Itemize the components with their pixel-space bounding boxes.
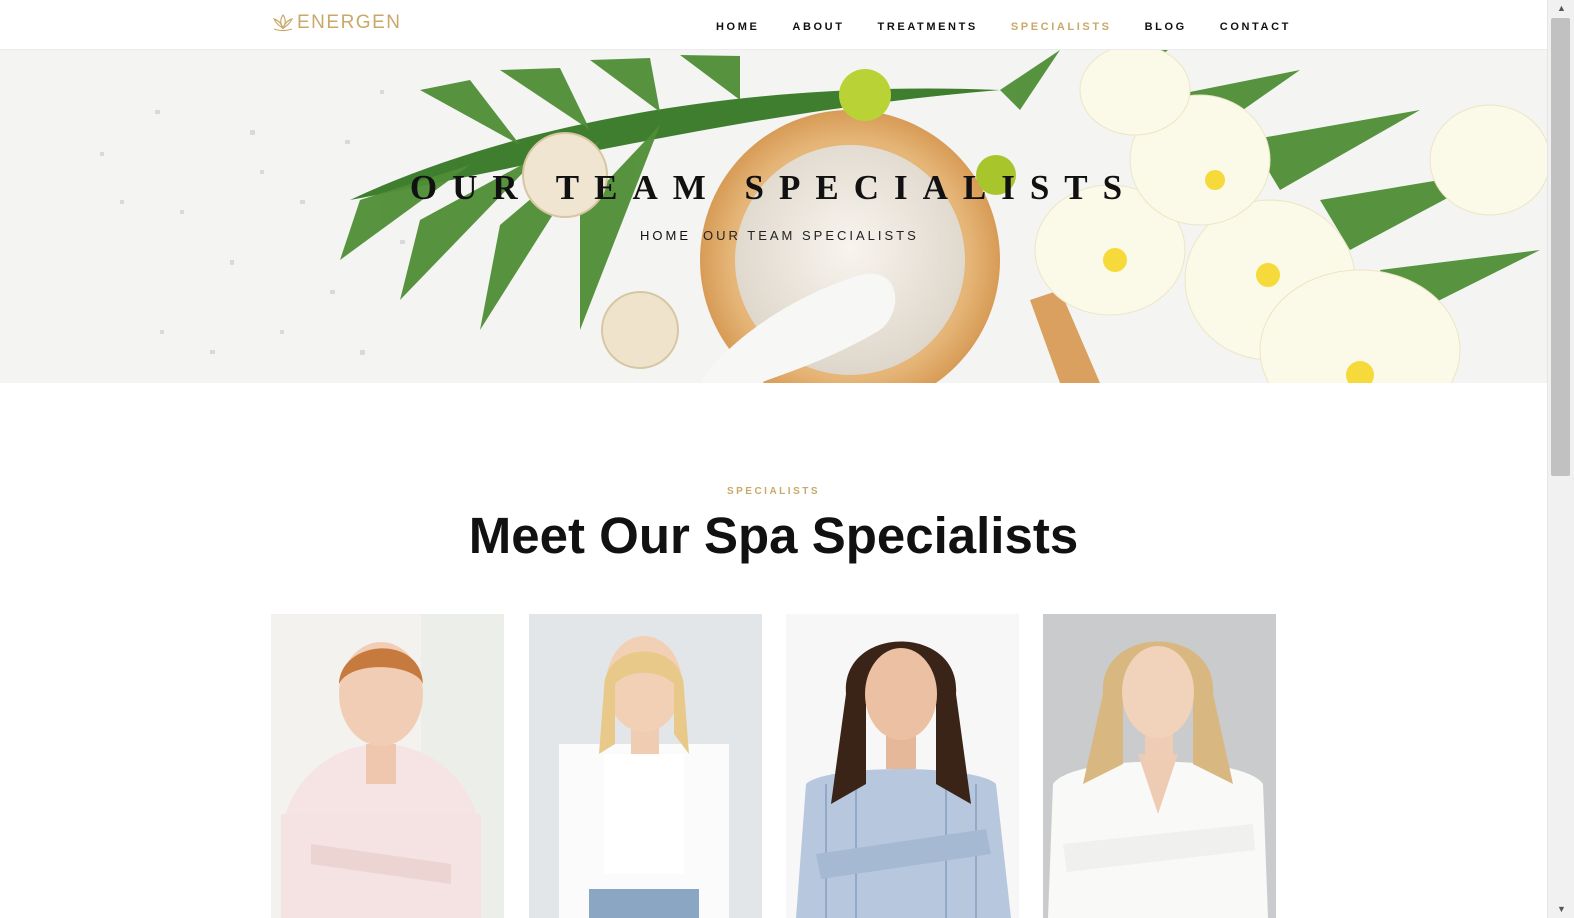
scrollbar-thumb[interactable] (1551, 18, 1570, 476)
brand-logo[interactable]: ENERGEN (271, 12, 401, 34)
nav-home[interactable]: HOME (716, 21, 759, 33)
specialist-photo-4 (1043, 614, 1276, 918)
breadcrumb: HOME OUR TEAM SPECIALISTS (640, 228, 919, 243)
breadcrumb-current: OUR TEAM SPECIALISTS (703, 228, 919, 243)
specialist-card[interactable] (1043, 614, 1276, 918)
section-title: Meet Our Spa Specialists (468, 507, 1079, 564)
lotus-icon (272, 13, 294, 32)
specialist-photo-1 (271, 614, 504, 918)
specialist-card[interactable] (786, 614, 1019, 918)
nav-specialists[interactable]: SPECIALISTS (1011, 21, 1112, 33)
specialist-photo-2 (529, 614, 762, 918)
nav-blog[interactable]: BLOG (1145, 21, 1187, 33)
nav-contact[interactable]: CONTACT (1220, 21, 1291, 33)
specialist-card[interactable] (529, 614, 762, 918)
nav-about[interactable]: ABOUT (792, 21, 844, 33)
page-title: OUR TEAM SPECIALISTS (409, 168, 1138, 207)
brand-name: ENERGEN (297, 12, 402, 33)
site-header: ENERGEN HOME ABOUT TREATMENTS SPECIALIST… (0, 0, 1547, 50)
breadcrumb-home[interactable]: HOME (640, 228, 691, 243)
scroll-down-arrow-icon[interactable]: ▼ (1548, 901, 1574, 918)
hero-banner: OUR TEAM SPECIALISTS HOME OUR TEAM SPECI… (0, 50, 1547, 383)
scroll-up-arrow-icon[interactable]: ▲ (1548, 0, 1574, 17)
section-eyebrow: SPECIALISTS (726, 486, 821, 497)
nav-treatments[interactable]: TREATMENTS (878, 21, 978, 33)
specialist-card[interactable] (271, 614, 504, 918)
specialist-photo-3 (786, 614, 1019, 918)
hero-background-image (0, 50, 1547, 383)
page-scrollbar[interactable]: ▲ ▼ (1547, 0, 1574, 918)
main-nav: HOME ABOUT TREATMENTS SPECIALISTS BLOG C… (716, 21, 1324, 33)
